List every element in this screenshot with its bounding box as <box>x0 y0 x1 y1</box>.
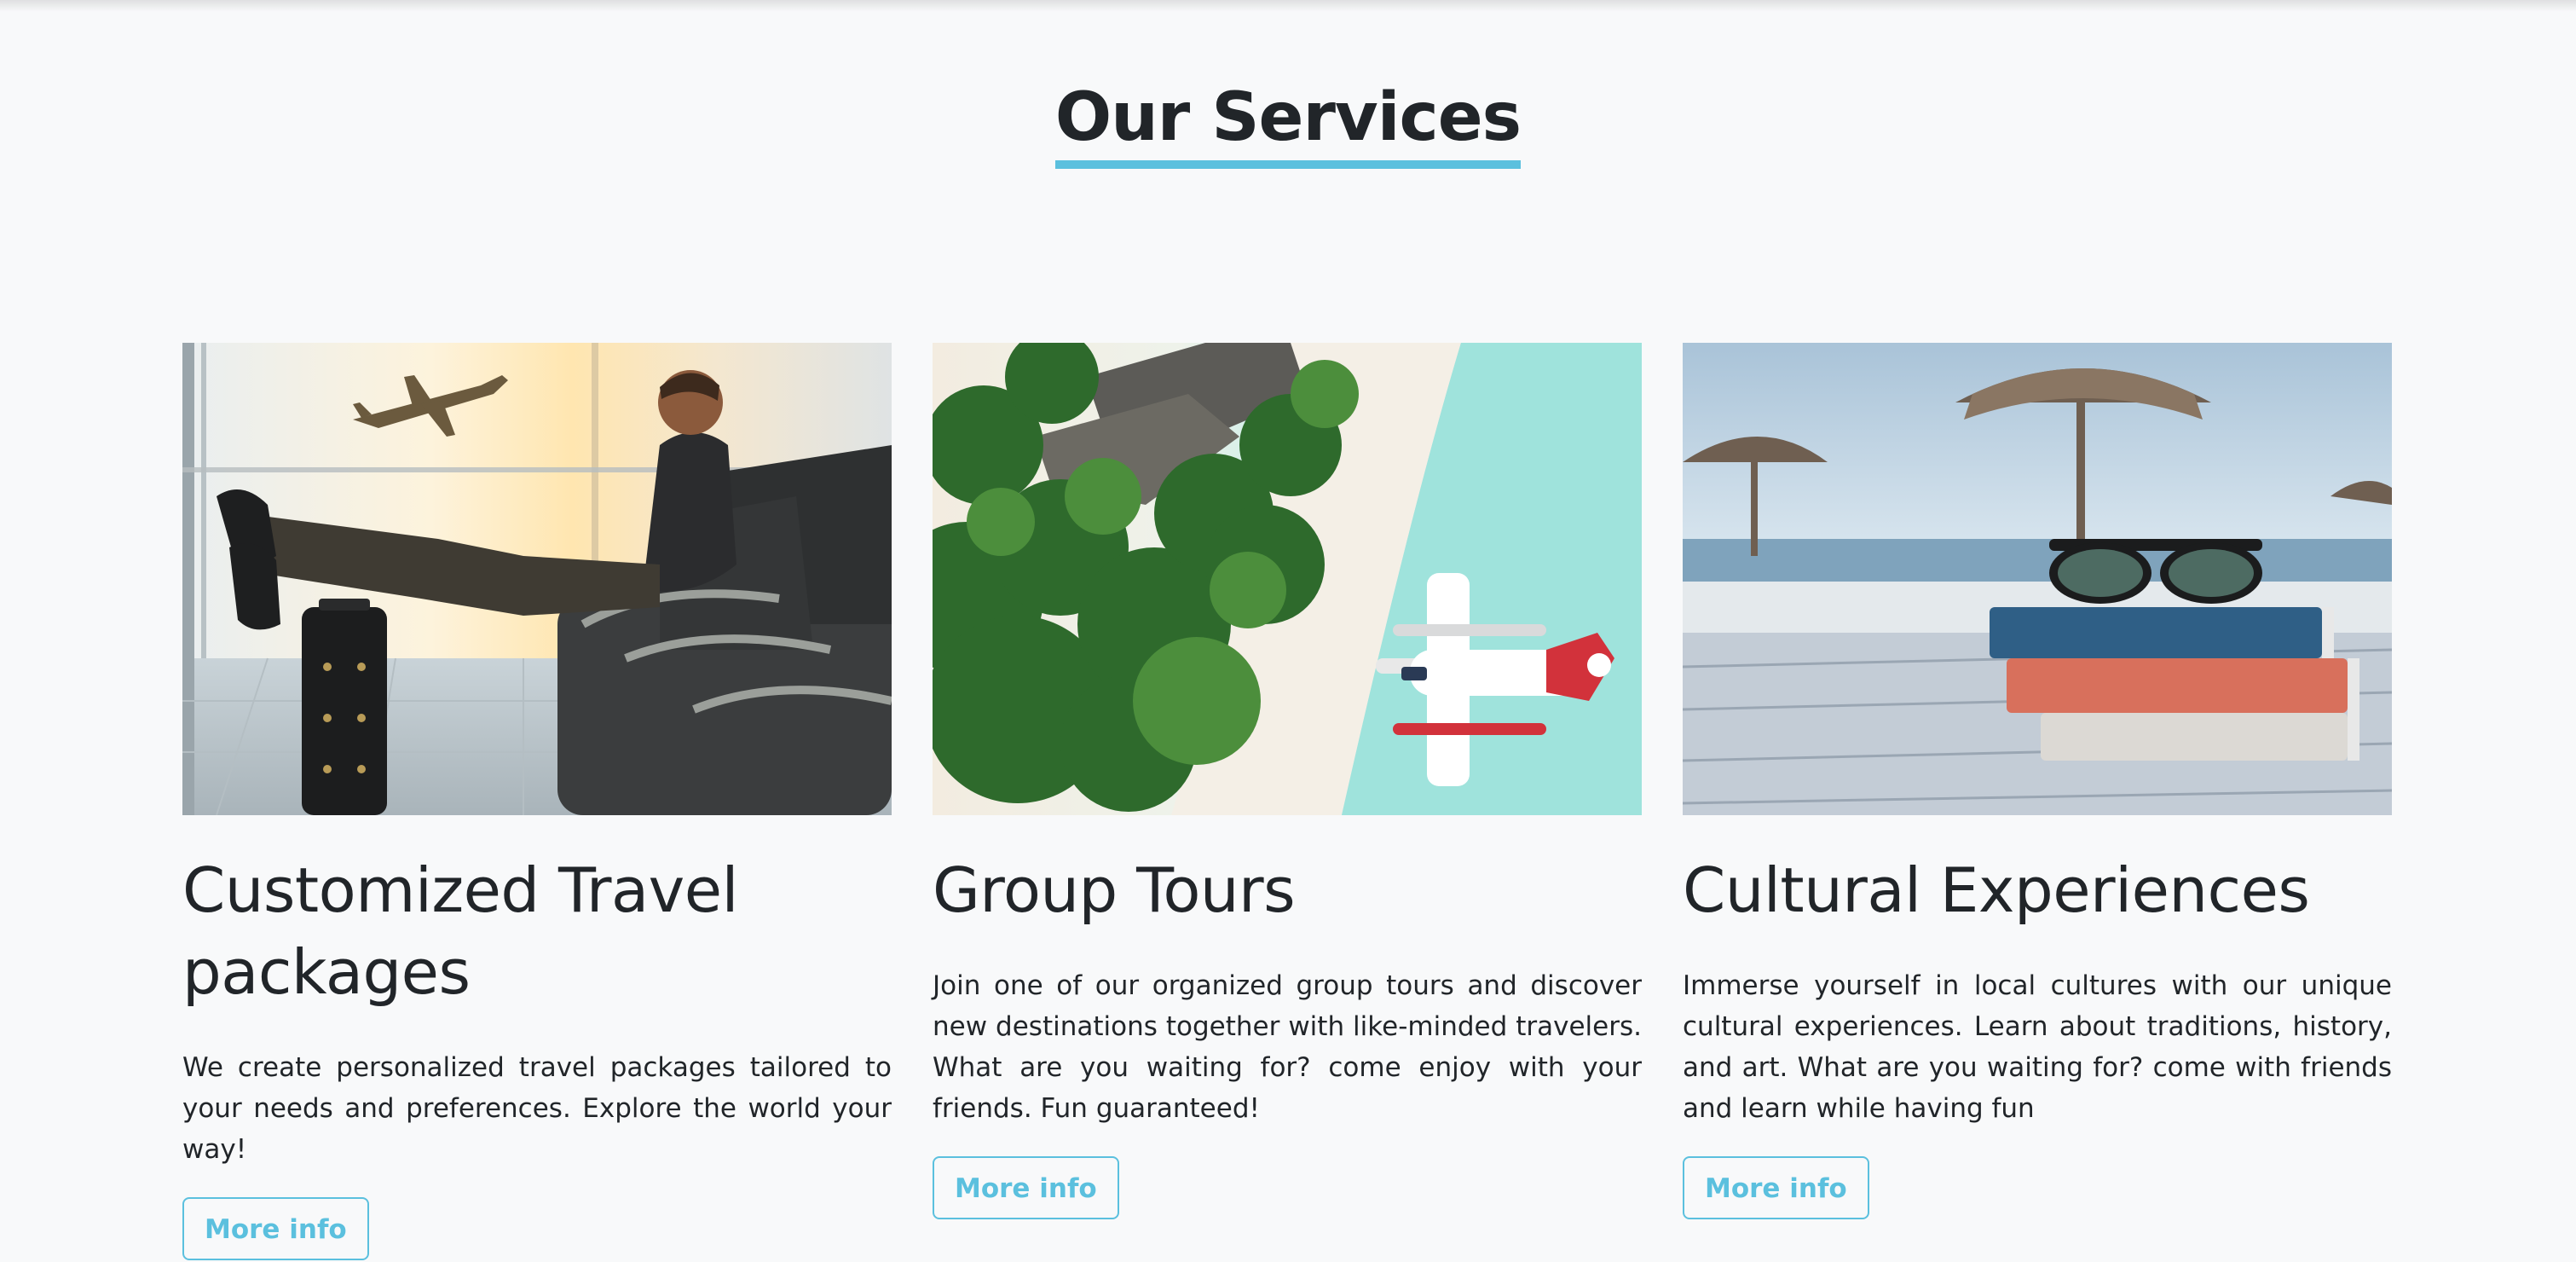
card-title: Cultural Experiences <box>1683 854 2310 926</box>
more-info-button[interactable]: More info <box>1683 1156 1869 1219</box>
section-header: Our Services <box>0 77 2576 169</box>
service-card-customized-travel: Customized Travel packages We create per… <box>182 343 892 1260</box>
card-title: Group Tours <box>933 854 1296 926</box>
card-description: Immerse yourself in local cultures with … <box>1683 970 2392 1124</box>
more-info-button[interactable]: More info <box>933 1156 1119 1219</box>
card-title: Customized Travel packages <box>182 854 739 1008</box>
service-card-group-tours: Group Tours Join one of our organized gr… <box>933 343 1642 1219</box>
card-image-aerial-seaplane <box>933 343 1642 815</box>
card-image-airport-traveler <box>182 343 892 815</box>
services-section: Our Services Customized Travel packages … <box>0 0 2576 1262</box>
service-card-cultural-experiences: Cultural Experiences Immerse yourself in… <box>1683 343 2392 1219</box>
more-info-button[interactable]: More info <box>182 1197 369 1260</box>
section-title: Our Services <box>1054 77 1522 169</box>
card-image-books-sunglasses <box>1683 343 2392 815</box>
card-description: Join one of our organized group tours an… <box>933 970 1642 1124</box>
card-description: We create personalized travel packages t… <box>182 1052 892 1165</box>
